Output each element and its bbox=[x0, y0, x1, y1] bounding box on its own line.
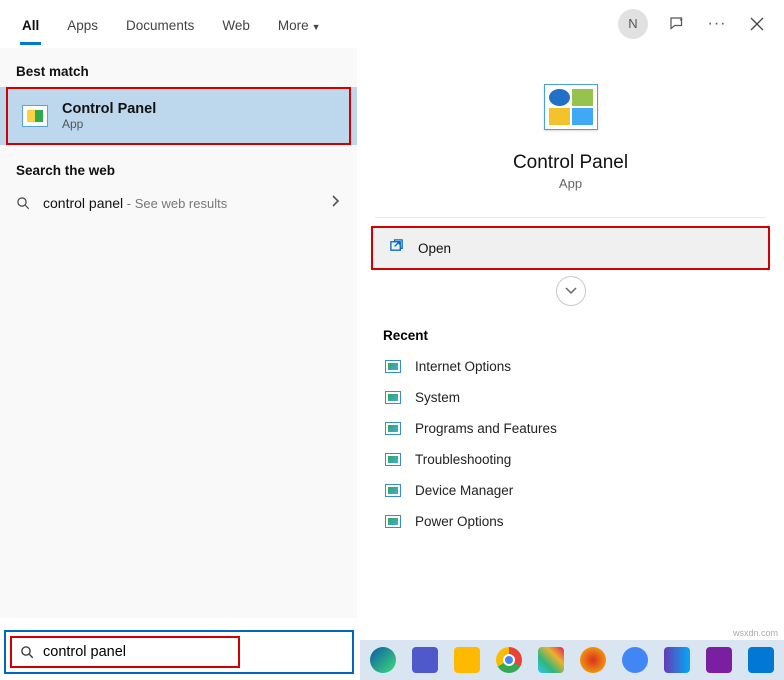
search-icon bbox=[16, 196, 31, 211]
tabs: All Apps Documents Web More▼ bbox=[8, 4, 335, 43]
recent-list: Internet Options System Programs and Fea… bbox=[357, 351, 784, 537]
search-icon bbox=[20, 645, 35, 660]
settings-item-icon bbox=[385, 453, 401, 466]
feedback-icon[interactable] bbox=[666, 13, 688, 35]
divider bbox=[375, 217, 766, 218]
search-tabs-bar: All Apps Documents Web More▼ N ··· bbox=[0, 0, 784, 48]
detail-subtitle: App bbox=[559, 176, 582, 191]
user-avatar[interactable]: N bbox=[618, 9, 648, 39]
settings-item-icon bbox=[385, 484, 401, 497]
results-pane: Best match Control Panel App Search the … bbox=[0, 48, 357, 618]
settings-item-icon bbox=[385, 515, 401, 528]
taskbar-chrome-icon[interactable] bbox=[496, 647, 522, 673]
search-web-label: Search the web bbox=[0, 147, 357, 184]
taskbar-app-icon[interactable] bbox=[622, 647, 648, 673]
taskbar-explorer-icon[interactable] bbox=[454, 647, 480, 673]
top-actions: N ··· bbox=[618, 9, 776, 39]
open-icon bbox=[389, 238, 404, 258]
search-box[interactable] bbox=[10, 636, 240, 668]
web-hint: - See web results bbox=[123, 196, 227, 211]
tab-apps[interactable]: Apps bbox=[53, 4, 112, 43]
settings-item-icon bbox=[385, 391, 401, 404]
open-label: Open bbox=[418, 241, 451, 256]
control-panel-large-icon bbox=[544, 84, 598, 130]
expand-button[interactable] bbox=[556, 276, 586, 306]
result-subtitle: App bbox=[62, 117, 156, 131]
detail-title: Control Panel bbox=[513, 152, 628, 174]
open-action[interactable]: Open bbox=[373, 228, 768, 268]
best-match-result[interactable]: Control Panel App bbox=[6, 87, 351, 145]
taskbar-app-icon[interactable] bbox=[664, 647, 690, 673]
detail-pane: Control Panel App Open Recent Internet O… bbox=[357, 48, 784, 618]
settings-item-icon bbox=[385, 360, 401, 373]
tab-more[interactable]: More▼ bbox=[264, 4, 335, 43]
chevron-down-icon: ▼ bbox=[312, 22, 321, 32]
tab-all[interactable]: All bbox=[8, 4, 53, 43]
web-term: control panel bbox=[43, 195, 123, 211]
web-result[interactable]: control panel - See web results bbox=[0, 184, 357, 223]
tab-documents[interactable]: Documents bbox=[112, 4, 208, 43]
best-match-label: Best match bbox=[0, 48, 357, 85]
recent-label: Recent bbox=[357, 318, 784, 351]
recent-item[interactable]: Device Manager bbox=[375, 475, 766, 506]
recent-item[interactable]: System bbox=[375, 382, 766, 413]
tab-web[interactable]: Web bbox=[208, 4, 264, 43]
taskbar bbox=[360, 640, 784, 680]
taskbar-slack-icon[interactable] bbox=[538, 647, 564, 673]
taskbar-app-icon[interactable] bbox=[706, 647, 732, 673]
taskbar-app-icon[interactable] bbox=[580, 647, 606, 673]
result-title: Control Panel bbox=[62, 101, 156, 117]
search-input[interactable] bbox=[43, 644, 230, 660]
close-icon[interactable] bbox=[746, 13, 768, 35]
more-options-icon[interactable]: ··· bbox=[706, 13, 728, 35]
recent-item[interactable]: Troubleshooting bbox=[375, 444, 766, 475]
settings-item-icon bbox=[385, 422, 401, 435]
recent-item[interactable]: Internet Options bbox=[375, 351, 766, 382]
taskbar-teams-icon[interactable] bbox=[412, 647, 438, 673]
control-panel-icon bbox=[22, 105, 48, 127]
taskbar-edge-icon[interactable] bbox=[370, 647, 396, 673]
recent-item[interactable]: Programs and Features bbox=[375, 413, 766, 444]
taskbar-outlook-icon[interactable] bbox=[748, 647, 774, 673]
search-box-outer bbox=[4, 630, 354, 674]
chevron-right-icon bbox=[331, 194, 341, 213]
recent-item[interactable]: Power Options bbox=[375, 506, 766, 537]
